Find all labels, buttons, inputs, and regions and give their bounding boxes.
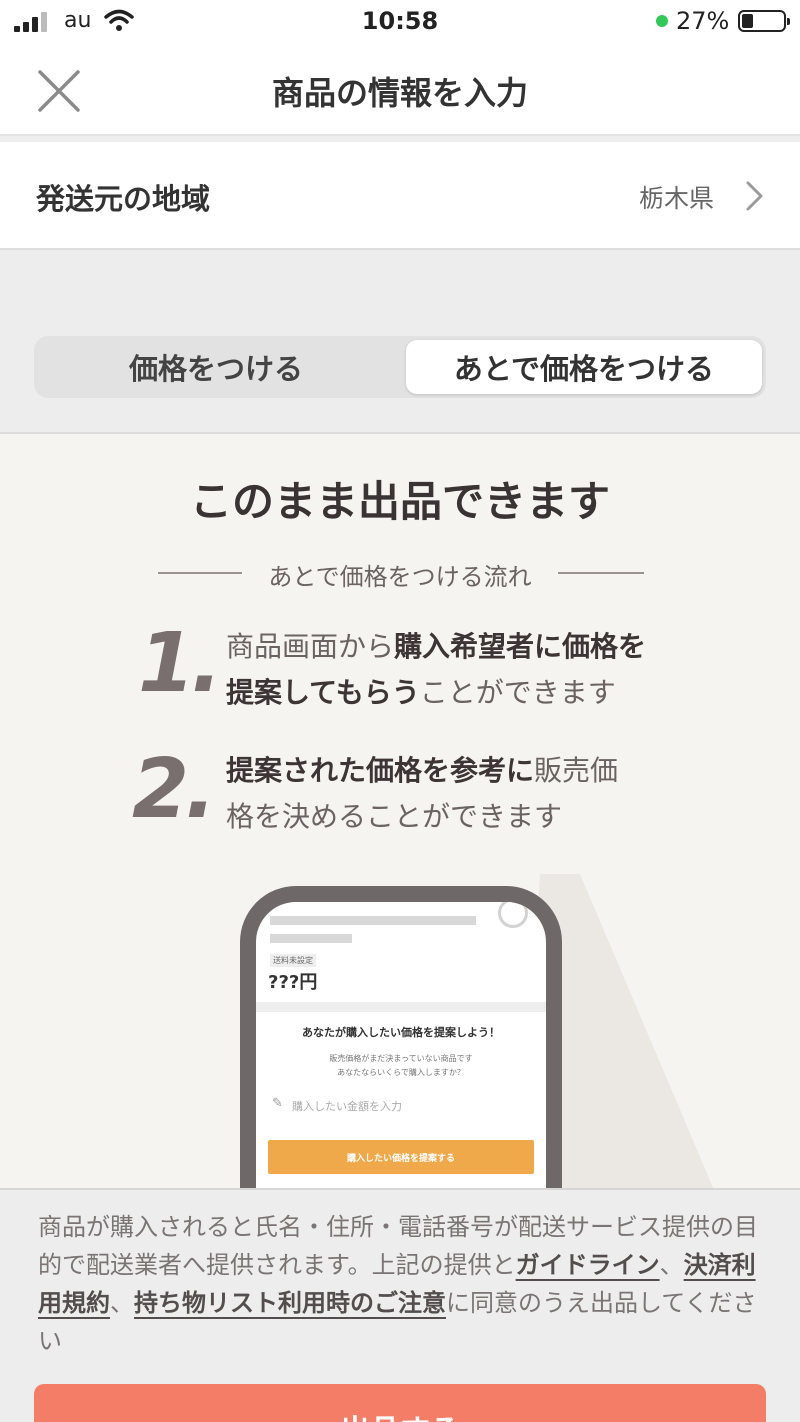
phone-prompt-title: あなたが購入したい価格を提案しよう！ bbox=[302, 1026, 500, 1039]
phone-input-placeholder: 購入したい金額を入力 bbox=[292, 1100, 402, 1113]
phone-prompt-sub2: あなたならいくらで購入しますか？ bbox=[337, 1068, 465, 1077]
page-title: 商品の情報を入力 bbox=[271, 74, 528, 112]
notice-separator: 、 bbox=[659, 1251, 684, 1279]
nav-bar: 商品の情報を入力 bbox=[0, 44, 800, 136]
battery-icon bbox=[738, 10, 790, 32]
placeholder-bar bbox=[270, 916, 476, 925]
consent-notice: 商品が購入されると氏名・住所・電話番号が配送サービス提供の目的で配送業者へ提供さ… bbox=[38, 1208, 768, 1360]
phone-prompt-sub1: 販売価格がまだ決まっていない商品です bbox=[329, 1054, 473, 1063]
notice-separator: 、 bbox=[110, 1289, 134, 1317]
guideline-link[interactable]: ガイドライン bbox=[516, 1251, 660, 1279]
step2-text-plain-2: 格を決めることができます bbox=[226, 800, 563, 833]
shipping-region-value: 栃木県 bbox=[638, 184, 714, 213]
chevron-right-icon bbox=[746, 181, 763, 211]
submit-listing-button[interactable]: 出品する bbox=[34, 1384, 766, 1422]
phone-circle-icon bbox=[498, 902, 528, 928]
step1-text-plain: 商品画面から bbox=[226, 630, 395, 663]
battery-level bbox=[742, 14, 753, 28]
pencil-icon: ✎ bbox=[272, 1096, 283, 1111]
step1-text-plain-2: ことができます bbox=[419, 676, 616, 709]
camera-in-use-dot bbox=[656, 15, 668, 27]
step-text-2: 提案された価格を参考に販売価 格を決めることができます bbox=[226, 748, 676, 840]
segment-set-price[interactable]: 価格をつける bbox=[34, 336, 398, 398]
step-text-1: 商品画面から購入希望者に価格を 提案してもらうことができます bbox=[226, 624, 676, 716]
flow-caption: あとで価格をつける流れ bbox=[268, 563, 532, 591]
info-heading: このまま出品できます bbox=[189, 477, 610, 526]
step1-text-bold: 購入希望者に価格を bbox=[394, 630, 647, 663]
footer: 商品が購入されると氏名・住所・電話番号が配送サービス提供の目的で配送業者へ提供さ… bbox=[0, 1188, 800, 1422]
belongings-notice-link[interactable]: 持ち物リスト利用時のご注意 bbox=[134, 1289, 446, 1317]
price-segmented-control: 価格をつける あとで価格をつける bbox=[34, 336, 766, 398]
step2-text-bold: 提案された価格を参考に bbox=[226, 754, 535, 787]
phone-tag: 送料未設定 bbox=[270, 954, 316, 967]
phone-propose-button: 購入したい価格を提案する bbox=[268, 1140, 534, 1174]
phone-price: ???円 bbox=[268, 972, 318, 993]
shipping-region-label: 発送元の地域 bbox=[36, 182, 211, 216]
phone-illustration: 送料未設定 ???円 あなたが購入したい価格を提案しよう！ 販売価格がまだ決まっ… bbox=[240, 886, 562, 1192]
divider-line bbox=[558, 572, 644, 574]
phone-separator bbox=[256, 1002, 546, 1012]
segment-set-price-later[interactable]: あとで価格をつける bbox=[406, 340, 762, 394]
step-number-1: 1. bbox=[138, 616, 222, 711]
step1-text-bold-2: 提案してもらう bbox=[226, 676, 420, 709]
placeholder-bar bbox=[270, 934, 352, 943]
battery-percent: 27% bbox=[676, 7, 730, 35]
step2-text-plain: 販売価 bbox=[534, 754, 619, 787]
set-price-later-info: このまま出品できます あとで価格をつける流れ 1. 商品画面から購入希望者に価格… bbox=[0, 432, 800, 1192]
step-number-2: 2. bbox=[132, 742, 216, 837]
status-bar: au 10:58 27% bbox=[0, 0, 800, 44]
shipping-region-row[interactable]: 発送元の地域 栃木県 bbox=[0, 142, 800, 250]
